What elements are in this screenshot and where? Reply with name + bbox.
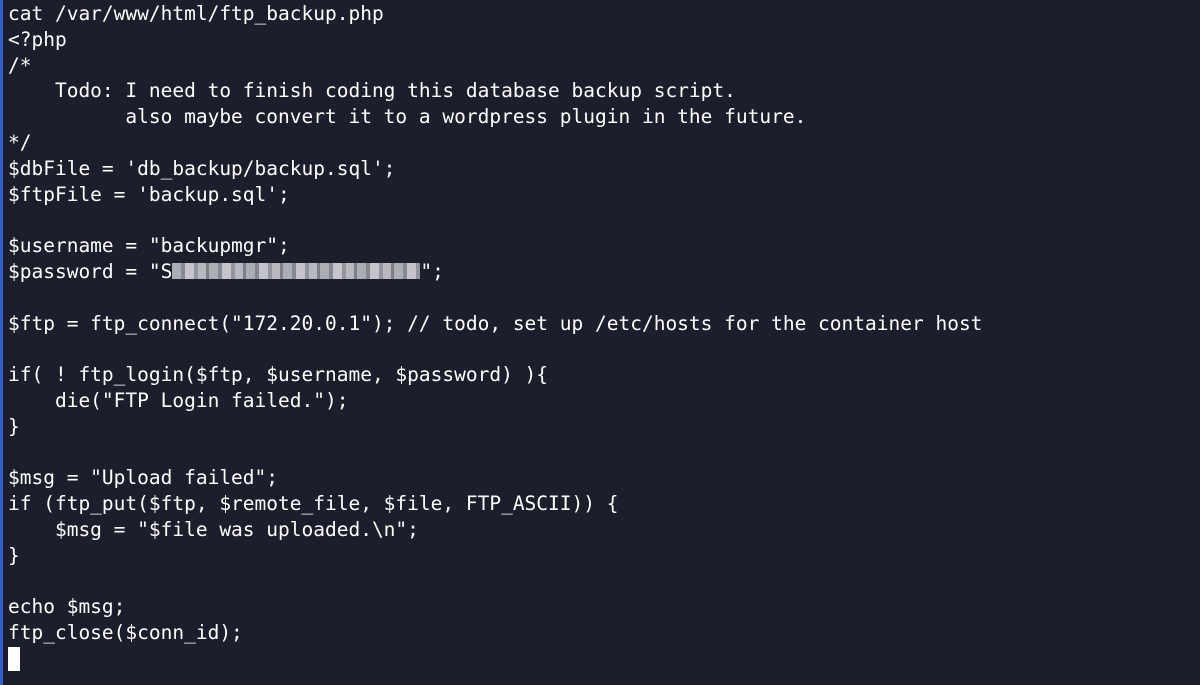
terminal-line: $msg = "Upload failed"; xyxy=(8,466,279,490)
terminal-output: cat /var/www/html/ftp_backup.php <?php /… xyxy=(8,1,1200,685)
terminal-line: if( ! ftp_login($ftp, $username, $passwo… xyxy=(8,363,549,387)
terminal-line: cat /var/www/html/ftp_backup.php xyxy=(8,2,384,25)
terminal-window[interactable]: cat /var/www/html/ftp_backup.php <?php /… xyxy=(0,0,1200,685)
prompt-line[interactable] xyxy=(8,646,1200,672)
terminal-line: */ xyxy=(8,130,32,154)
password-line: $password = "S "; xyxy=(8,259,1200,285)
password-line-prefix: $password = "S xyxy=(8,259,173,283)
terminal-line: $msg = "$file was uploaded.\n"; xyxy=(8,517,419,541)
terminal-line: if (ftp_put($ftp, $remote_file, $file, F… xyxy=(8,492,619,516)
terminal-line: also maybe convert it to a wordpress plu… xyxy=(8,105,807,129)
terminal-line: $dbFile = 'db_backup/backup.sql'; xyxy=(8,156,396,180)
cursor-block xyxy=(8,646,20,671)
terminal-line: $username = "backupmgr"; xyxy=(8,234,290,258)
terminal-line: $ftpFile = 'backup.sql'; xyxy=(8,182,290,206)
terminal-line: $ftp = ftp_connect("172.20.0.1"); // tod… xyxy=(8,311,983,335)
terminal-line: } xyxy=(8,543,20,567)
password-line-suffix: "; xyxy=(420,259,444,283)
terminal-line: Todo: I need to finish coding this datab… xyxy=(8,79,736,103)
terminal-line: die("FTP Login failed."); xyxy=(8,388,349,412)
terminal-line: } xyxy=(8,414,20,438)
terminal-line: echo $msg; xyxy=(8,595,126,619)
redacted-password-blur xyxy=(172,262,421,279)
terminal-line: <?php xyxy=(8,27,67,51)
terminal-line: ftp_close($conn_id); xyxy=(8,621,243,645)
terminal-line: /* xyxy=(8,53,32,77)
